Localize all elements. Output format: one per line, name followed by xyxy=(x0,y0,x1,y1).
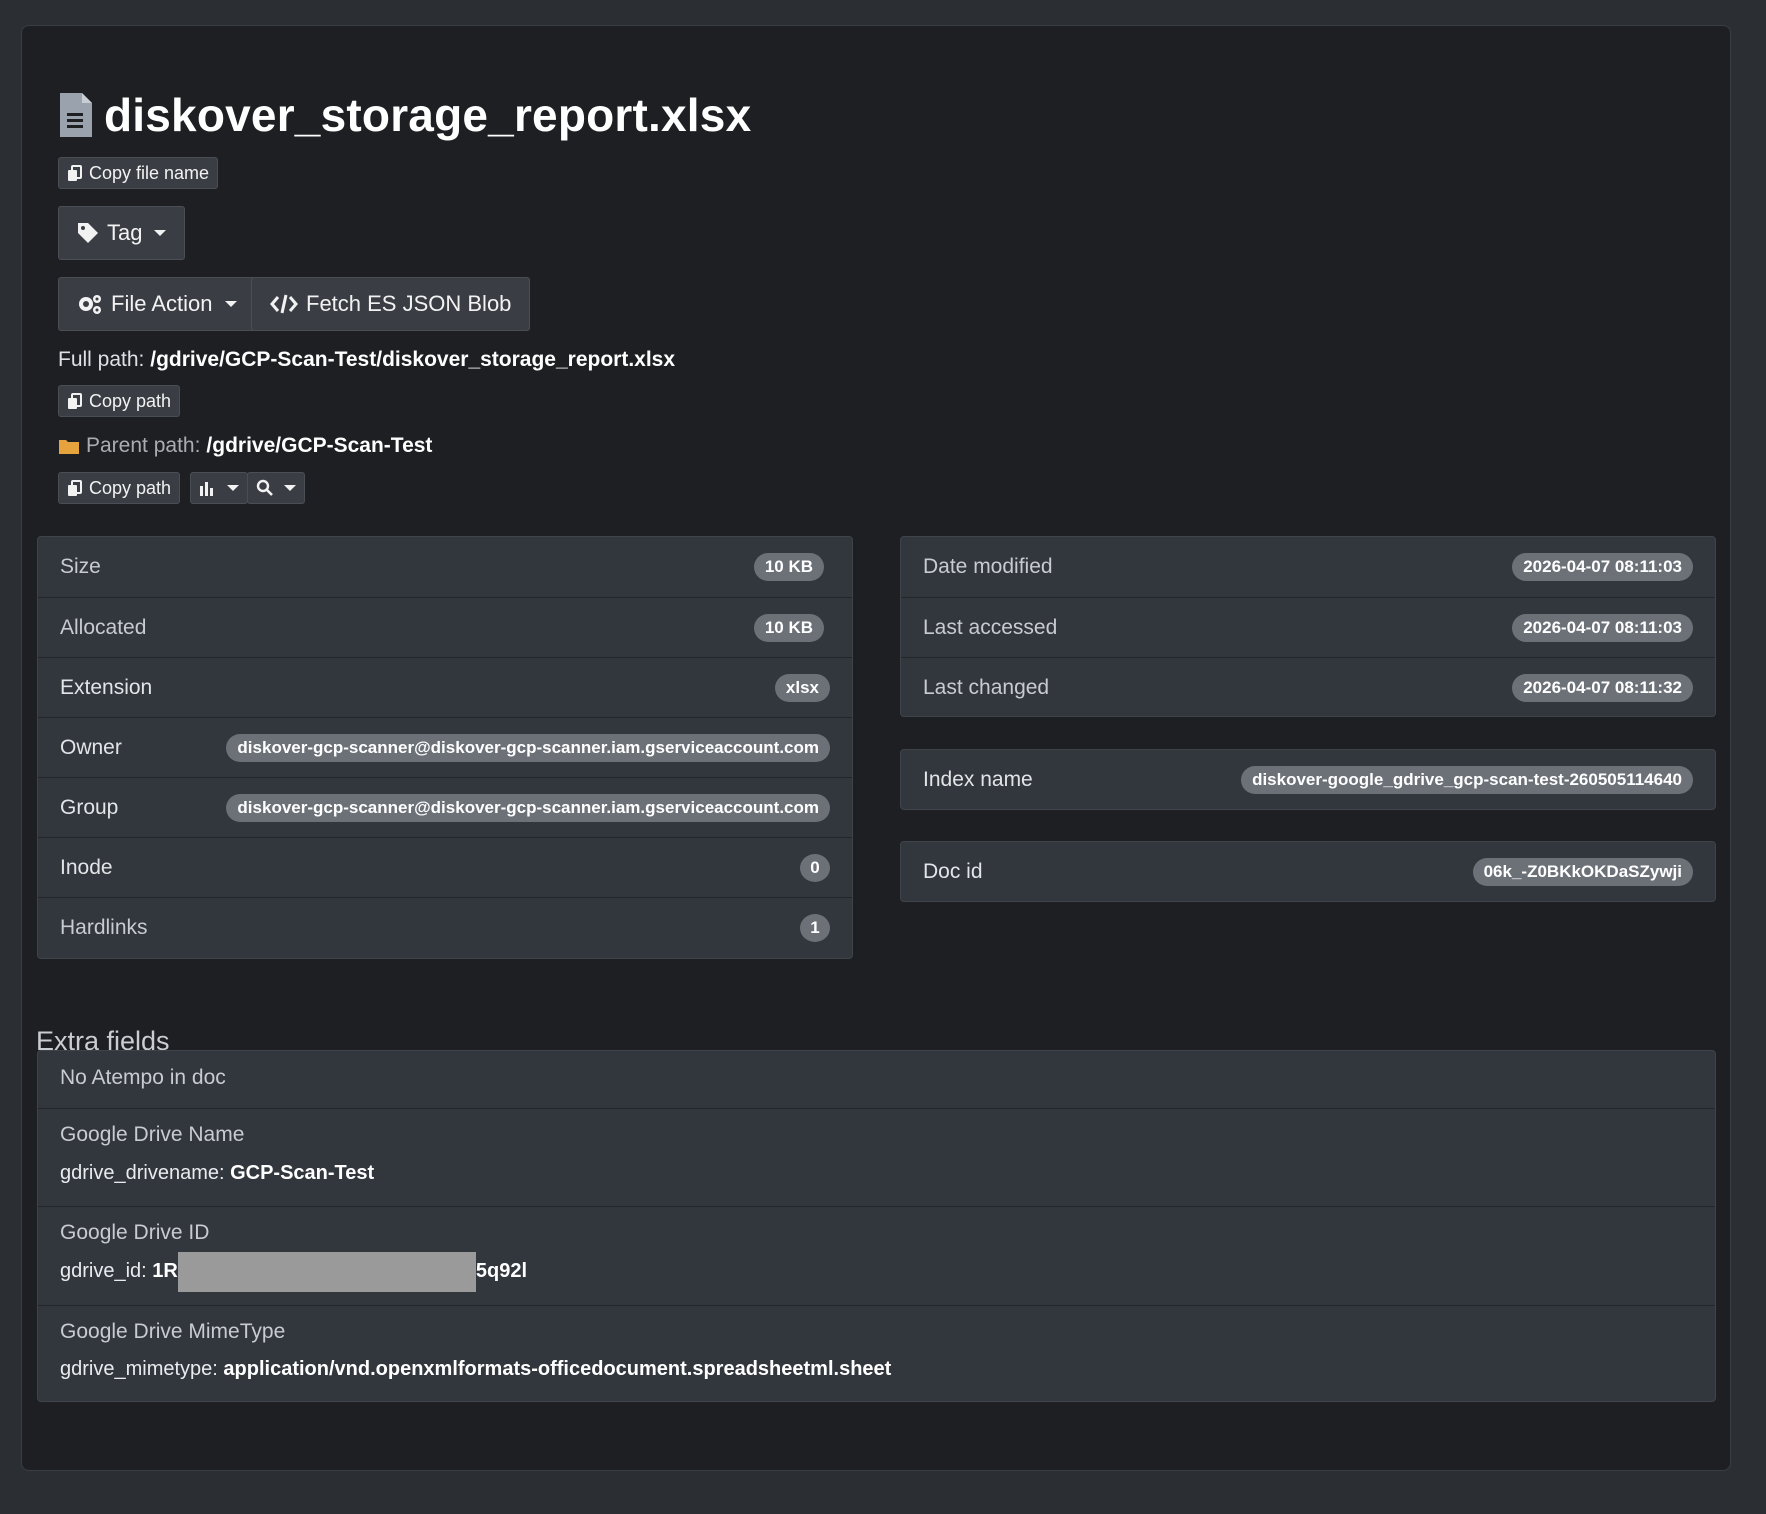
file-dates-card: Date modified 2026-04-07 08:11:03 Last a… xyxy=(900,536,1716,717)
allocated-badge: 10 KB xyxy=(753,613,824,642)
hardlinks-badge: 1 xyxy=(800,913,830,942)
date-row-modified: Date modified 2026-04-07 08:11:03 xyxy=(901,537,1715,597)
detail-row-size: Size 10 KB xyxy=(38,537,852,597)
date-row-changed: Last changed 2026-04-07 08:11:32 xyxy=(901,657,1715,717)
index-name-card: Index name diskover-google_gdrive_gcp-sc… xyxy=(900,749,1716,810)
extra-row-drive-name: Google Drive Name gdrive_drivename: GCP-… xyxy=(38,1108,1715,1206)
parent-path: Parent path: /gdrive/GCP-Scan-Test xyxy=(58,434,432,458)
mimetype-value: application/vnd.openxmlformats-officedoc… xyxy=(223,1358,892,1380)
file-details-card: Size 10 KB Allocated 10 KB Extension xls… xyxy=(37,536,853,959)
drive-name-value: GCP-Scan-Test xyxy=(230,1162,375,1184)
extension-badge[interactable]: xlsx xyxy=(774,673,830,702)
full-path-label: Full path: xyxy=(58,348,145,371)
file-action-dropdown-button[interactable]: File Action xyxy=(58,277,256,331)
tag-dropdown-button[interactable]: Tag xyxy=(58,206,186,260)
last-accessed-badge: 2026-04-07 08:11:03 xyxy=(1512,613,1693,642)
tag-icon xyxy=(77,222,99,244)
parent-path-label: Parent path: xyxy=(86,434,201,457)
detail-row-owner: Owner diskover-gcp-scanner@diskover-gcp-… xyxy=(38,717,852,777)
extra-row-mimetype: Google Drive MimeType gdrive_mimetype: a… xyxy=(38,1305,1715,1403)
detail-row-hardlinks: Hardlinks 1 xyxy=(38,897,852,957)
size-badge: 10 KB xyxy=(753,553,824,581)
drive-id-prefix: 1R xyxy=(152,1260,178,1282)
caret-down-icon xyxy=(284,485,296,491)
extra-row-drive-id: Google Drive ID gdrive_id: 1R 5q92l xyxy=(38,1206,1715,1305)
owner-badge[interactable]: diskover-gcp-scanner@diskover-gcp-scanne… xyxy=(226,733,830,762)
full-path: Full path: /gdrive/GCP-Scan-Test/diskove… xyxy=(58,348,675,372)
doc-id-card: Doc id 06k_-Z0BKkOKDaSZywji xyxy=(900,841,1716,902)
date-modified-badge: 2026-04-07 08:11:03 xyxy=(1512,553,1693,581)
extra-row-atempo: No Atempo in doc xyxy=(60,1066,226,1089)
detail-row-inode: Inode 0 xyxy=(38,837,852,897)
copy-icon xyxy=(67,392,83,410)
detail-row-allocated: Allocated 10 KB xyxy=(38,597,852,657)
date-row-accessed: Last accessed 2026-04-07 08:11:03 xyxy=(901,597,1715,657)
caret-down-icon xyxy=(227,485,239,491)
group-badge[interactable]: diskover-gcp-scanner@diskover-gcp-scanne… xyxy=(226,793,830,822)
page-title: diskover_storage_report.xlsx xyxy=(104,89,752,141)
copy-path-button[interactable]: Copy path xyxy=(58,385,181,417)
extra-fields-card: No Atempo in doc Google Drive Name gdriv… xyxy=(37,1050,1716,1402)
copy-icon xyxy=(67,479,83,497)
detail-row-extension: Extension xlsx xyxy=(38,657,852,717)
drive-id-suffix: 5q92l xyxy=(475,1260,528,1282)
copy-icon xyxy=(67,164,83,182)
file-title-row: diskover_storage_report.xlsx xyxy=(58,88,751,142)
file-view-panel: diskover_storage_report.xlsx Copy file n… xyxy=(21,25,1731,1471)
detail-row-group: Group diskover-gcp-scanner@diskover-gcp-… xyxy=(38,777,852,837)
index-name-row: Index name diskover-google_gdrive_gcp-sc… xyxy=(901,750,1715,810)
search-dropdown-button[interactable] xyxy=(247,472,305,504)
last-changed-badge: 2026-04-07 08:11:32 xyxy=(1512,673,1693,702)
caret-down-icon xyxy=(154,230,167,236)
full-path-value: /gdrive/GCP-Scan-Test/diskover_storage_r… xyxy=(150,348,676,371)
doc-id-row: Doc id 06k_-Z0BKkOKDaSZywji xyxy=(901,842,1715,902)
copy-file-name-button[interactable]: Copy file name xyxy=(58,157,219,189)
bar-chart-icon xyxy=(199,480,217,496)
doc-id-badge: 06k_-Z0BKkOKDaSZywji xyxy=(1472,858,1693,886)
inode-badge: 0 xyxy=(800,853,830,882)
cogs-icon xyxy=(77,293,103,315)
code-icon xyxy=(270,293,298,315)
index-name-badge: diskover-google_gdrive_gcp-scan-test-260… xyxy=(1241,766,1693,794)
caret-down-icon xyxy=(224,301,237,307)
fetch-es-json-blob-button[interactable]: Fetch ES JSON Blob xyxy=(251,277,531,331)
folder-icon xyxy=(58,437,80,455)
analytics-dropdown-button[interactable] xyxy=(190,472,248,504)
file-text-icon xyxy=(58,93,92,137)
parent-path-value[interactable]: /gdrive/GCP-Scan-Test xyxy=(206,434,432,458)
search-icon xyxy=(256,479,274,497)
redaction-block xyxy=(177,1251,476,1292)
parent-copy-path-button[interactable]: Copy path xyxy=(58,472,181,504)
